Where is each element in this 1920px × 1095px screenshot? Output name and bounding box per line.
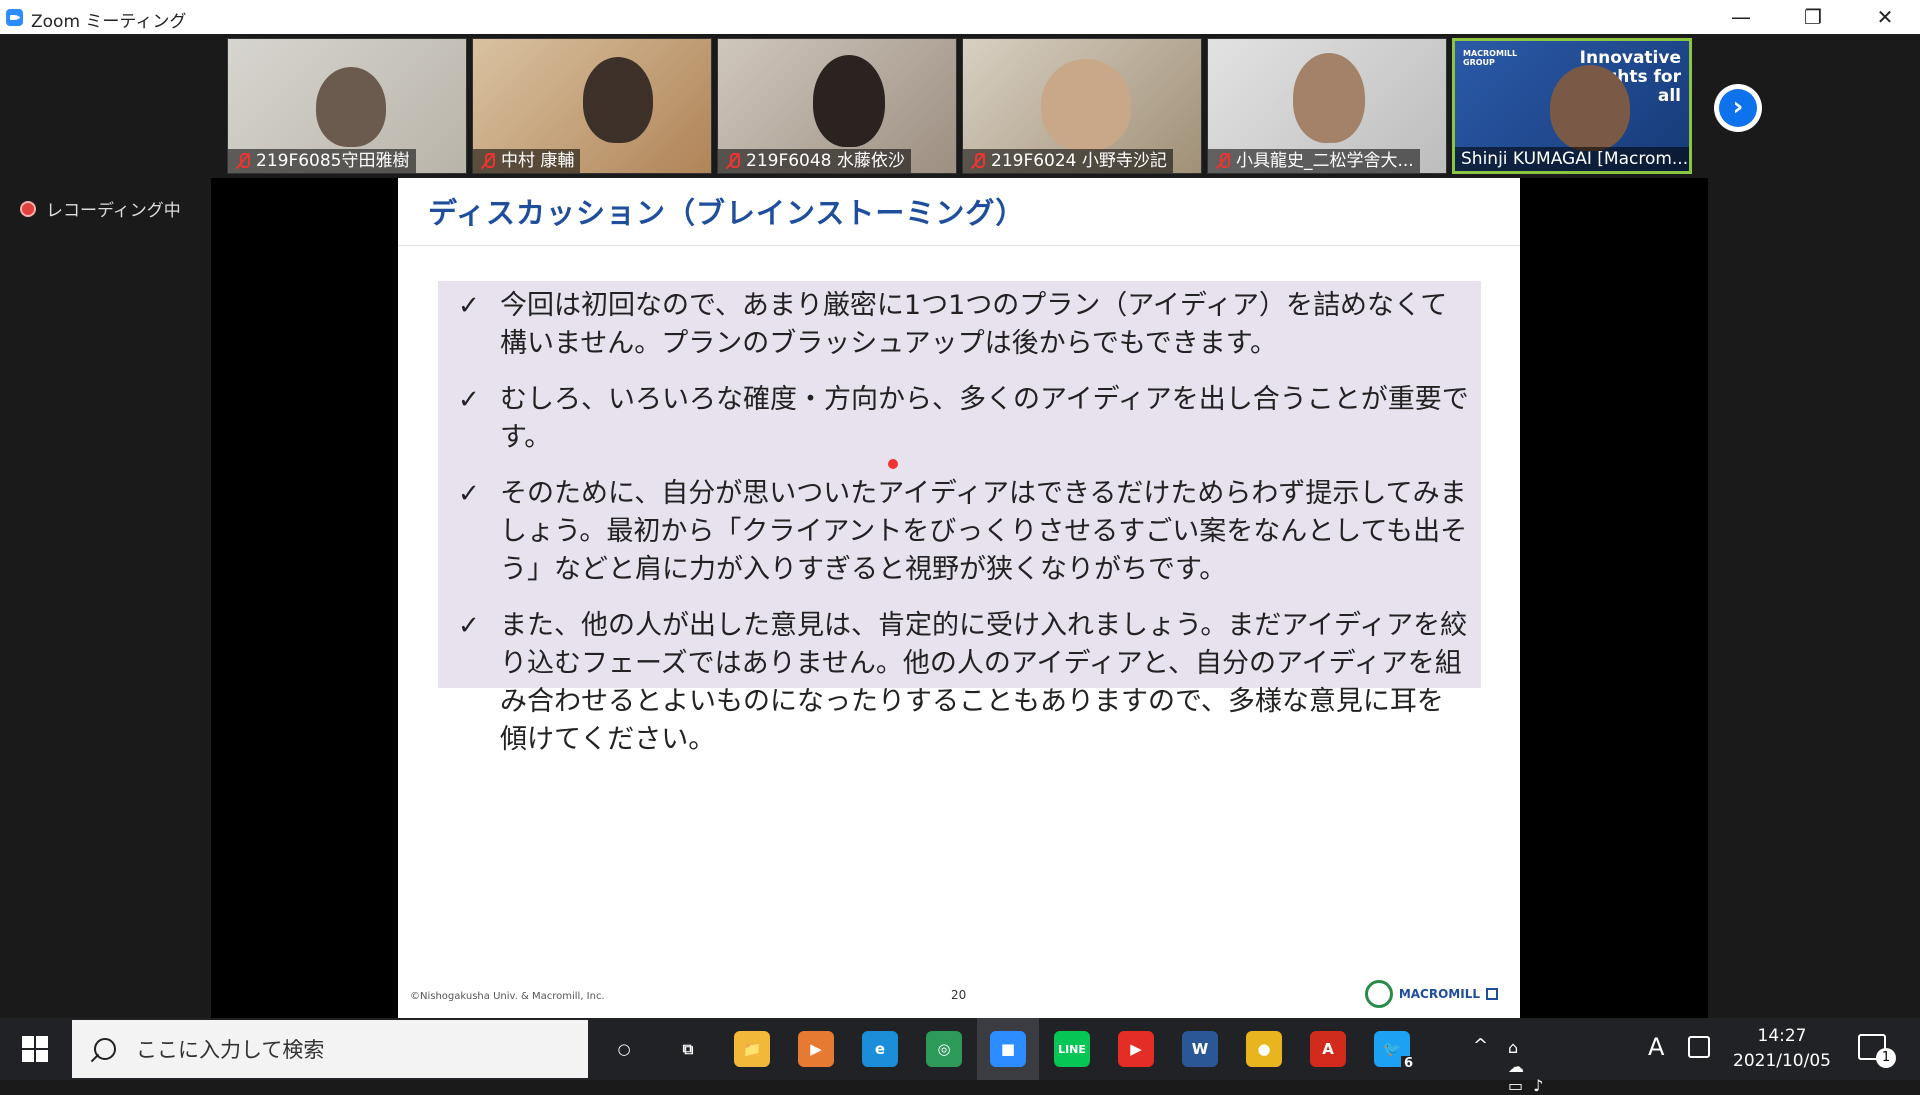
slide-title: ディスカッション（ブレインストーミング） bbox=[428, 196, 1026, 230]
check-icon: ✓ bbox=[458, 479, 480, 509]
participant-name: 中村 康輔 bbox=[501, 151, 575, 171]
participant-name: 219F6024 小野寺沙記 bbox=[991, 151, 1167, 171]
notification-center-icon[interactable]: 1 bbox=[1858, 1034, 1896, 1068]
taskbar-line-icon[interactable]: LINE bbox=[1054, 1031, 1090, 1067]
taskbar-zoom-icon[interactable]: ■ bbox=[990, 1031, 1026, 1067]
bullet-text: また、他の人が出した意見は、肯定的に受け入れましょう。まだアイディアを絞り込むフ… bbox=[500, 610, 1468, 755]
restore-button[interactable]: ❐ bbox=[1778, 0, 1848, 34]
bullet-text: むしろ、いろいろな確度・方向から、多くのアイディアを出し合うことが重要です。 bbox=[500, 384, 1469, 453]
check-icon: ✓ bbox=[458, 385, 480, 415]
bullet-item: ✓ そのために、自分が思いついたアイディアはできるだけためらわず提示してみましょう… bbox=[450, 475, 1469, 589]
search-icon bbox=[94, 1038, 116, 1060]
notification-count: 1 bbox=[1876, 1048, 1896, 1068]
participant-tile[interactable]: 219F6024 小野寺沙記 bbox=[962, 38, 1202, 174]
taskbar-word-icon[interactable]: W bbox=[1182, 1031, 1218, 1067]
presentation-slide: ディスカッション（ブレインストーミング） ✓ 今回は初回なので、あまり厳密に1つ1… bbox=[398, 178, 1520, 1018]
participant-tile-active-speaker[interactable]: MACROMILL GROUP Innovative insights for … bbox=[1452, 38, 1692, 174]
next-page-button[interactable]: › bbox=[1714, 84, 1762, 132]
mic-muted-icon bbox=[1215, 152, 1231, 169]
logo-mark-icon bbox=[1364, 980, 1393, 1008]
focus-assist-icon[interactable] bbox=[1688, 1036, 1710, 1058]
taskbar-media-app-icon[interactable]: ▶ bbox=[798, 1031, 834, 1067]
tray-icons[interactable]: ⌂☁▭♪ bbox=[1508, 1038, 1553, 1095]
recording-label: レコーディング中 bbox=[46, 201, 181, 221]
taskbar-twitter-icon[interactable]: 🐦 6 bbox=[1374, 1031, 1416, 1071]
participant-name: Shinji KUMAGAI [Macrom... bbox=[1461, 149, 1689, 169]
window-titlebar: Zoom ミーティング — ❐ ✕ bbox=[0, 0, 1920, 34]
tray-chevron-icon[interactable]: ^ bbox=[1473, 1035, 1488, 1056]
bullet-text: そのために、自分が思いついたアイディアはできるだけためらわず提示してみましょう。… bbox=[500, 478, 1468, 585]
mic-muted-icon bbox=[970, 152, 986, 169]
chevron-right-icon: › bbox=[1719, 89, 1757, 127]
taskbar-task-view-icon[interactable]: ⧉ bbox=[670, 1031, 706, 1067]
participant-video bbox=[1550, 65, 1630, 151]
check-icon: ✓ bbox=[458, 291, 480, 321]
taskbar-file-explorer-icon[interactable]: 📁 bbox=[734, 1031, 770, 1067]
logo-square-icon bbox=[1486, 988, 1498, 1000]
windows-logo-icon bbox=[22, 1036, 48, 1062]
participant-tile[interactable]: 中村 康輔 bbox=[472, 38, 712, 174]
laser-pointer bbox=[888, 459, 898, 469]
minimize-button[interactable]: — bbox=[1706, 0, 1776, 34]
app-badge: 6 bbox=[1400, 1056, 1416, 1071]
participant-name: 小具龍史_二松学舎大... bbox=[1236, 151, 1414, 171]
check-icon: ✓ bbox=[458, 611, 480, 641]
virtual-background-brand: MACROMILL GROUP bbox=[1463, 49, 1518, 67]
window-title: Zoom ミーティング bbox=[31, 12, 187, 32]
taskbar-chrome-icon[interactable]: ● bbox=[1246, 1031, 1282, 1067]
windows-taskbar: ここに入力して検索 ○ ⧉ 📁 ▶ e ◎ ■ LINE ▶ W ● A 🐦 6 ^ ⌂☁▭♪ A 14:… bbox=[0, 1018, 1920, 1095]
participant-video bbox=[1293, 53, 1365, 143]
clock-time: 14:27 bbox=[1757, 1026, 1807, 1046]
mic-muted-icon bbox=[725, 152, 741, 169]
record-icon bbox=[20, 200, 36, 217]
participant-tile[interactable]: 219F6048 水藤依沙 bbox=[717, 38, 957, 174]
taskbar-search-box[interactable]: ここに入力して検索 bbox=[72, 1020, 588, 1078]
taskbar-edge-icon[interactable]: e bbox=[862, 1031, 898, 1067]
participant-video bbox=[1041, 59, 1131, 151]
participant-video bbox=[583, 57, 653, 143]
participant-video bbox=[316, 67, 386, 147]
start-button[interactable] bbox=[0, 1018, 70, 1080]
slide-copyright: ©Nishogakusha Univ. & Macromill, Inc. bbox=[410, 991, 605, 1002]
bullet-item: ✓ むしろ、いろいろな確度・方向から、多くのアイディアを出し合うことが重要です。 bbox=[450, 381, 1469, 457]
taskbar-acrobat-icon[interactable]: A bbox=[1310, 1031, 1346, 1067]
participant-tile[interactable]: 219F6085守田雅樹 bbox=[227, 38, 467, 174]
ime-indicator[interactable]: A bbox=[1648, 1033, 1664, 1061]
clock-date: 2021/10/05 bbox=[1733, 1051, 1831, 1071]
bullet-box: ✓ 今回は初回なので、あまり厳密に1つ1つのプラン（アイディア）を詰めなくて構いま… bbox=[438, 281, 1481, 755]
participant-tile[interactable]: 小具龍史_二松学舎大... bbox=[1207, 38, 1447, 174]
bullet-text: 今回は初回なので、あまり厳密に1つ1つのプラン（アイディア）を詰めなくて構いませ… bbox=[500, 290, 1448, 359]
zoom-logo-icon bbox=[6, 9, 23, 26]
slide-header: ディスカッション（ブレインストーミング） bbox=[398, 178, 1520, 246]
macromill-logo: MACROMILL bbox=[1364, 980, 1498, 1008]
bullet-item: ✓ 今回は初回なので、あまり厳密に1つ1つのプラン（アイディア）を詰めなくて構いま… bbox=[450, 287, 1469, 363]
search-placeholder: ここに入力して検索 bbox=[136, 1038, 325, 1062]
slide-page-number: 20 bbox=[951, 988, 967, 1002]
close-button[interactable]: ✕ bbox=[1850, 0, 1920, 34]
participant-name: 219F6085守田雅樹 bbox=[256, 151, 410, 171]
participant-name: 219F6048 水藤依沙 bbox=[746, 151, 905, 171]
recording-indicator[interactable]: レコーディング中 bbox=[20, 196, 181, 221]
mic-muted-icon bbox=[480, 152, 496, 169]
mic-muted-icon bbox=[235, 152, 251, 169]
taskbar-youtube-icon[interactable]: ▶ bbox=[1118, 1031, 1154, 1067]
participant-video bbox=[813, 55, 885, 147]
taskbar-cortana-icon[interactable]: ○ bbox=[606, 1031, 642, 1067]
taskbar-clock[interactable]: 14:27 2021/10/05 bbox=[1722, 1024, 1842, 1074]
bullet-item: ✓ また、他の人が出した意見は、肯定的に受け入れましょう。まだアイディアを絞り込む… bbox=[450, 607, 1469, 759]
taskbar-app-green-icon[interactable]: ◎ bbox=[926, 1031, 962, 1067]
